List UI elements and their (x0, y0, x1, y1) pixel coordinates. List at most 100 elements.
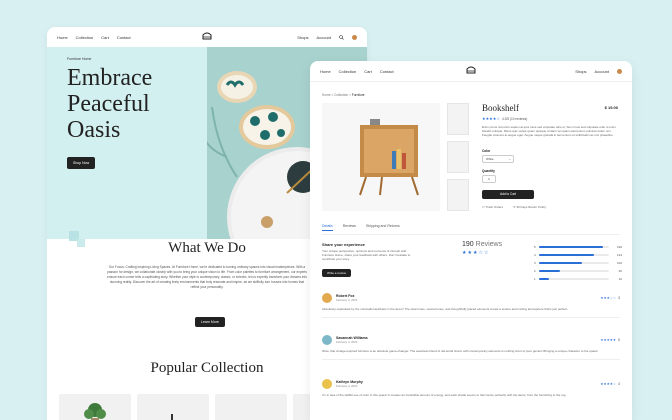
color-select[interactable]: White ⌄ (482, 155, 514, 163)
what-we-do-text: Our Focus: Crafting Inspiring Living Spa… (107, 265, 307, 289)
product-thumbnail[interactable] (447, 179, 469, 211)
product-meta: ▭ Track Orders ↺ 30 Days Return Policy (482, 205, 546, 209)
review-stars: ★★★★★ 5 (600, 338, 620, 342)
collection-tile[interactable] (137, 394, 209, 420)
review-stars: ★★★☆☆ 3 (600, 296, 620, 300)
reviews-count: 190 Reviews (462, 241, 502, 248)
hero-title-line: Peaceful (67, 91, 150, 117)
product-title: Bookshelf (482, 103, 519, 113)
nav-divider (310, 81, 632, 82)
logo-icon[interactable] (465, 65, 477, 75)
reviews-count-label: Reviews (475, 241, 503, 248)
tab-details[interactable]: Details (322, 224, 333, 231)
reviews-count-number: 190 (462, 241, 474, 248)
collection-tile[interactable] (59, 394, 131, 420)
reviews-average-stars: ★★★☆☆ (462, 250, 490, 256)
nav-link-home[interactable]: Home (320, 69, 331, 74)
rating-bar-count: 134 (616, 253, 622, 257)
product-description: Enim purus nisl enim sapien at quis risu… (482, 125, 616, 138)
rating-text: 4.3/5 (10 reviews) (501, 116, 528, 121)
tab-shipping[interactable]: Shipping and Returns (366, 224, 400, 231)
bookshelf-illustration (359, 119, 419, 196)
table-icon (171, 414, 173, 420)
product-thumbnail[interactable] (447, 103, 469, 135)
review-date: February 4, 2023 (336, 298, 358, 302)
rating-bar-star: 2 (534, 269, 536, 273)
hero-eyebrow: Furniture Home (67, 57, 92, 61)
rating-bar-row: 5 190 (534, 243, 622, 251)
nav-link-contact[interactable]: Contact (380, 69, 394, 74)
share-experience: Share your experience Your unique perspe… (322, 242, 412, 279)
rating-bar-track (538, 246, 609, 248)
review-divider (322, 317, 620, 319)
nav-right: Shops Account (297, 34, 357, 40)
breadcrumb-current: Furniture (351, 93, 365, 97)
rating-bar-fill (538, 254, 594, 256)
product-rating: ★★★★☆ 4.3/5 (10 reviews) (482, 116, 527, 121)
logo-icon[interactable] (201, 31, 213, 41)
plant-icon (84, 403, 106, 420)
learn-more-button[interactable]: Learn More (195, 317, 225, 327)
review-text: Wow, that vintage-inspired furniture is … (322, 349, 599, 353)
nav-link-account[interactable]: Account (595, 69, 609, 74)
write-review-button[interactable]: Write a review (322, 269, 351, 277)
color-label: Color (482, 149, 491, 153)
rating-bar-fill (538, 278, 549, 280)
rating-bar-count: 100 (616, 261, 622, 265)
review-score: 5 (618, 338, 620, 342)
rating-bar-row: 2 20 (534, 267, 622, 275)
top-nav: Home Collection Cart Contact Shops Accou… (47, 27, 367, 47)
rating-bar-track (538, 254, 609, 256)
nav-link-collection[interactable]: Collection (76, 35, 94, 40)
avatar[interactable] (352, 34, 357, 40)
review-item: Savannah Williams February 4, 2023 ★★★★★… (322, 335, 620, 361)
add-to-cart-button[interactable]: Add to Cart (482, 190, 534, 199)
rating-bar-count: 190 (616, 245, 622, 249)
review-text: I'm in awe of the skillful use of color … (322, 393, 567, 397)
nav-link-shops[interactable]: Shops (575, 69, 586, 74)
nav-link-cart[interactable]: Cart (101, 35, 109, 40)
nav-link-collection[interactable]: Collection (339, 69, 357, 74)
nav-link-contact[interactable]: Contact (117, 35, 131, 40)
product-thumbnail[interactable] (447, 141, 469, 173)
product-main-image[interactable] (322, 103, 440, 211)
shop-now-button[interactable]: Shop Now (67, 157, 96, 169)
nav-link-account[interactable]: Account (317, 35, 331, 40)
rating-bar-row: 3 100 (534, 259, 622, 267)
return-policy-text: 30 Days Return Policy (516, 205, 547, 209)
search-icon[interactable] (339, 34, 344, 40)
avatar (322, 293, 332, 303)
review-stars: ★★★★☆ 4 (600, 382, 620, 386)
quantity-stepper[interactable]: 1 (482, 175, 496, 183)
avatar (322, 335, 332, 345)
color-select-value: White (486, 157, 494, 161)
breadcrumb-home[interactable]: Home (322, 93, 331, 97)
star-icon: ★★★☆☆ (600, 296, 617, 300)
share-text: Your unique perspective, opinions and mo… (322, 249, 411, 261)
star-icon: ★★★★☆ (600, 382, 617, 386)
product-tabs: Details Reviews Shipping and Returns (322, 224, 400, 231)
rating-bar-fill (538, 270, 560, 272)
rating-bar-row: 4 134 (534, 251, 622, 259)
collection-tile[interactable] (215, 394, 287, 420)
rating-bar-star: 4 (534, 253, 536, 257)
tab-reviews[interactable]: Reviews (343, 224, 356, 231)
review-divider (322, 359, 620, 361)
breadcrumb-collection[interactable]: Collection (334, 93, 348, 97)
rating-bar-track (538, 278, 609, 280)
rating-bar-fill (538, 262, 583, 264)
nav-link-shops[interactable]: Shops (297, 35, 308, 40)
avatar[interactable] (617, 68, 622, 74)
review-date: February 4, 2023 (336, 340, 358, 344)
review-date: February 4, 2023 (336, 384, 358, 388)
rating-bar-count: 10 (618, 277, 622, 281)
rating-bar-fill (538, 246, 604, 248)
rating-bar-star: 5 (534, 245, 536, 249)
track-orders-text: Track Orders (485, 205, 504, 209)
nav-link-cart[interactable]: Cart (364, 69, 372, 74)
review-score: 4 (618, 382, 620, 386)
rating-bar-row: 1 10 (534, 275, 622, 283)
nav-link-home[interactable]: Home (57, 35, 68, 40)
star-icon: ★★★★☆ (482, 116, 500, 121)
nav-links: Home Collection Cart Contact (320, 69, 394, 74)
